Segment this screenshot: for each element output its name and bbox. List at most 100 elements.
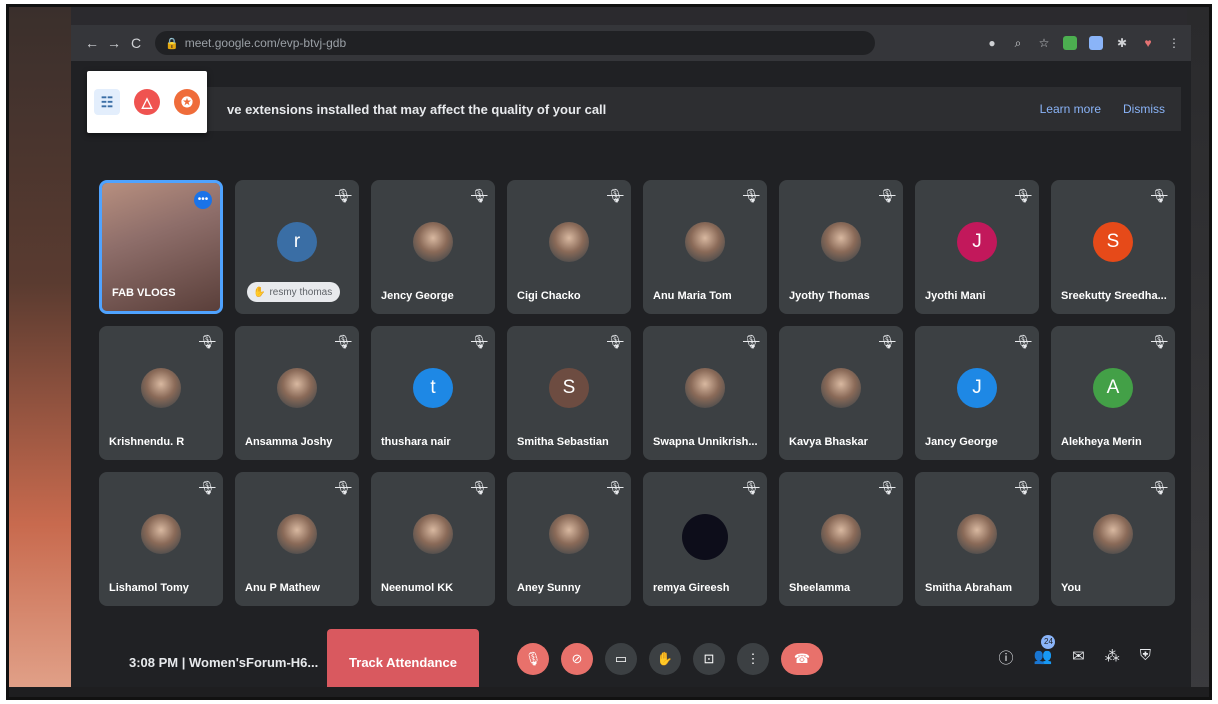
participant-tile[interactable]: 🎙 S Sreekutty Sreedha... <box>1051 180 1175 314</box>
participant-tile[interactable]: 🎙 Jency George <box>371 180 495 314</box>
participant-tile[interactable]: 🎙 J Jyothi Mani <box>915 180 1039 314</box>
participant-tile[interactable]: 🎙 J Jancy George <box>915 326 1039 460</box>
participant-name: FAB VLOGS <box>112 287 176 299</box>
reload-icon[interactable]: C <box>125 35 147 51</box>
participant-tile[interactable]: 🎙 Aney Sunny <box>507 472 631 606</box>
avatar <box>685 222 725 262</box>
raised-hand-icon: ✋ <box>253 286 266 298</box>
participant-tile[interactable]: 🎙 Kavya Bhaskar <box>779 326 903 460</box>
mic-muted-icon: 🎙 <box>607 334 624 349</box>
present-screen-icon[interactable]: ⊡ <box>693 643 725 675</box>
puzzle-icon[interactable]: ✱ <box>1115 36 1129 50</box>
camera-indicator-icon[interactable]: ● <box>985 36 999 50</box>
participant-name: You <box>1061 582 1081 594</box>
avatar <box>685 368 725 408</box>
meet-screen: ← → C 🔒 meet.google.com/evp-btvj-gdb ● ⌕… <box>71 25 1191 695</box>
extension-icon[interactable]: △ <box>134 89 160 115</box>
participant-name: Anu P Mathew <box>245 582 320 594</box>
participant-tile[interactable]: 🎙 Neenumol KK <box>371 472 495 606</box>
participant-tile[interactable]: 🎙 A Alekheya Merin <box>1051 326 1175 460</box>
participant-count-badge: 24 <box>1041 635 1056 649</box>
mic-muted-icon: 🎙 <box>879 334 896 349</box>
chat-icon[interactable]: ✉ <box>1072 647 1085 668</box>
raise-hand-icon[interactable]: ✋ <box>649 643 681 675</box>
participant-name: Smitha Abraham <box>925 582 1013 594</box>
avatar <box>682 514 728 560</box>
url-text: meet.google.com/evp-btvj-gdb <box>184 36 347 50</box>
mic-muted-icon: 🎙 <box>1151 334 1168 349</box>
avatar <box>1093 514 1133 554</box>
avatar-letter: t <box>413 368 453 408</box>
avatar <box>277 514 317 554</box>
extension-icon[interactable] <box>1063 36 1077 50</box>
mic-muted-icon: 🎙 <box>1015 188 1032 203</box>
monitor-bezel-left <box>9 7 71 697</box>
participant-tile[interactable]: 🎙 Sheelamma <box>779 472 903 606</box>
back-icon[interactable]: ← <box>81 35 103 51</box>
track-attendance-button[interactable]: Track Attendance <box>327 629 479 695</box>
participant-tile[interactable]: 🎙 Ansamma Joshy <box>235 326 359 460</box>
extension-icon[interactable] <box>1089 36 1103 50</box>
participant-name: Neenumol KK <box>381 582 454 594</box>
banner-text: ve extensions installed that may affect … <box>227 101 607 117</box>
zoom-icon[interactable]: ⌕ <box>1011 36 1025 50</box>
monitor-bezel-bottom <box>9 687 1209 697</box>
participant-tile[interactable]: 🎙 t thushara nair <box>371 326 495 460</box>
mic-muted-icon: 🎙 <box>335 188 352 203</box>
mic-muted-icon: 🎙 <box>879 480 896 495</box>
attendance-extension-icon[interactable]: ☷ <box>94 89 120 115</box>
activities-icon[interactable]: ⁂ <box>1105 647 1120 668</box>
avatar-letter: r <box>277 222 317 262</box>
menu-dots-icon[interactable]: ⋮ <box>1167 36 1181 50</box>
avatar <box>549 514 589 554</box>
extension-icon[interactable]: ✪ <box>174 89 200 115</box>
more-options-icon[interactable]: ⋮ <box>737 643 769 675</box>
mic-muted-icon: 🎙 <box>743 480 760 495</box>
mic-muted-icon: 🎙 <box>607 188 624 203</box>
host-controls-icon[interactable]: ⛨ <box>1140 647 1151 668</box>
participant-tile[interactable]: 🎙 Anu Maria Tom <box>643 180 767 314</box>
mic-muted-icon: 🎙 <box>879 188 896 203</box>
participant-tile[interactable]: 🎙 Cigi Chacko <box>507 180 631 314</box>
bookmark-star-icon[interactable]: ☆ <box>1037 36 1051 50</box>
participant-name: Lishamol Tomy <box>109 582 189 594</box>
avatar-letter: J <box>957 368 997 408</box>
participant-tile[interactable]: 🎙 Krishnendu. R <box>99 326 223 460</box>
captions-icon[interactable]: ▭ <box>605 643 637 675</box>
people-icon[interactable]: 👥 24 <box>1033 635 1056 668</box>
mic-muted-icon: 🎙 <box>199 334 216 349</box>
participant-name: Anu Maria Tom <box>653 290 732 302</box>
browser-extension-icons: ● ⌕ ☆ ✱ ♥ ⋮ <box>985 36 1181 50</box>
participant-tile[interactable]: 🎙 Smitha Abraham <box>915 472 1039 606</box>
avatar <box>413 222 453 262</box>
participant-name: Ansamma Joshy <box>245 436 333 448</box>
mic-muted-icon: 🎙 <box>471 334 488 349</box>
participant-tile[interactable]: 🎙 Swapna Unnikrish... <box>643 326 767 460</box>
end-call-icon[interactable]: ☎ <box>781 643 823 675</box>
lock-icon: 🔒 <box>165 37 179 50</box>
forward-icon[interactable]: → <box>103 35 125 51</box>
participant-tile[interactable]: 🎙 Lishamol Tomy <box>99 472 223 606</box>
mic-off-icon[interactable]: 🎙 <box>517 643 549 675</box>
participant-name: Jency George <box>381 290 454 302</box>
learn-more-link[interactable]: Learn more <box>1040 102 1101 116</box>
participant-tile[interactable]: 🎙 Anu P Mathew <box>235 472 359 606</box>
participant-tile[interactable]: 🎙 S Smitha Sebastian <box>507 326 631 460</box>
meeting-info-icon[interactable]: ⓘ <box>998 647 1013 668</box>
participant-tile[interactable]: 🎙 Jyothy Thomas <box>779 180 903 314</box>
avatar <box>821 222 861 262</box>
camera-off-icon[interactable]: ⊘ <box>561 643 593 675</box>
address-bar[interactable]: 🔒 meet.google.com/evp-btvj-gdb <box>155 31 875 55</box>
participant-tile[interactable]: 🎙 remya Gireesh <box>643 472 767 606</box>
participant-tile[interactable]: 🎙 r ✋ resmy thomas <box>235 180 359 314</box>
dismiss-link[interactable]: Dismiss <box>1123 102 1165 116</box>
profile-icon[interactable]: ♥ <box>1141 36 1155 50</box>
mic-muted-icon: 🎙 <box>1151 188 1168 203</box>
mic-muted-icon: 🎙 <box>471 480 488 495</box>
participant-name: Swapna Unnikrish... <box>653 436 758 448</box>
participant-name: Krishnendu. R <box>109 436 185 448</box>
participant-tile[interactable]: ••• FAB VLOGS <box>99 180 223 314</box>
participant-tile[interactable]: 🎙 You <box>1051 472 1175 606</box>
meeting-time-title: 3:08 PM | Women'sForum-H6... <box>129 655 319 670</box>
tile-options-icon[interactable]: ••• <box>194 191 212 209</box>
